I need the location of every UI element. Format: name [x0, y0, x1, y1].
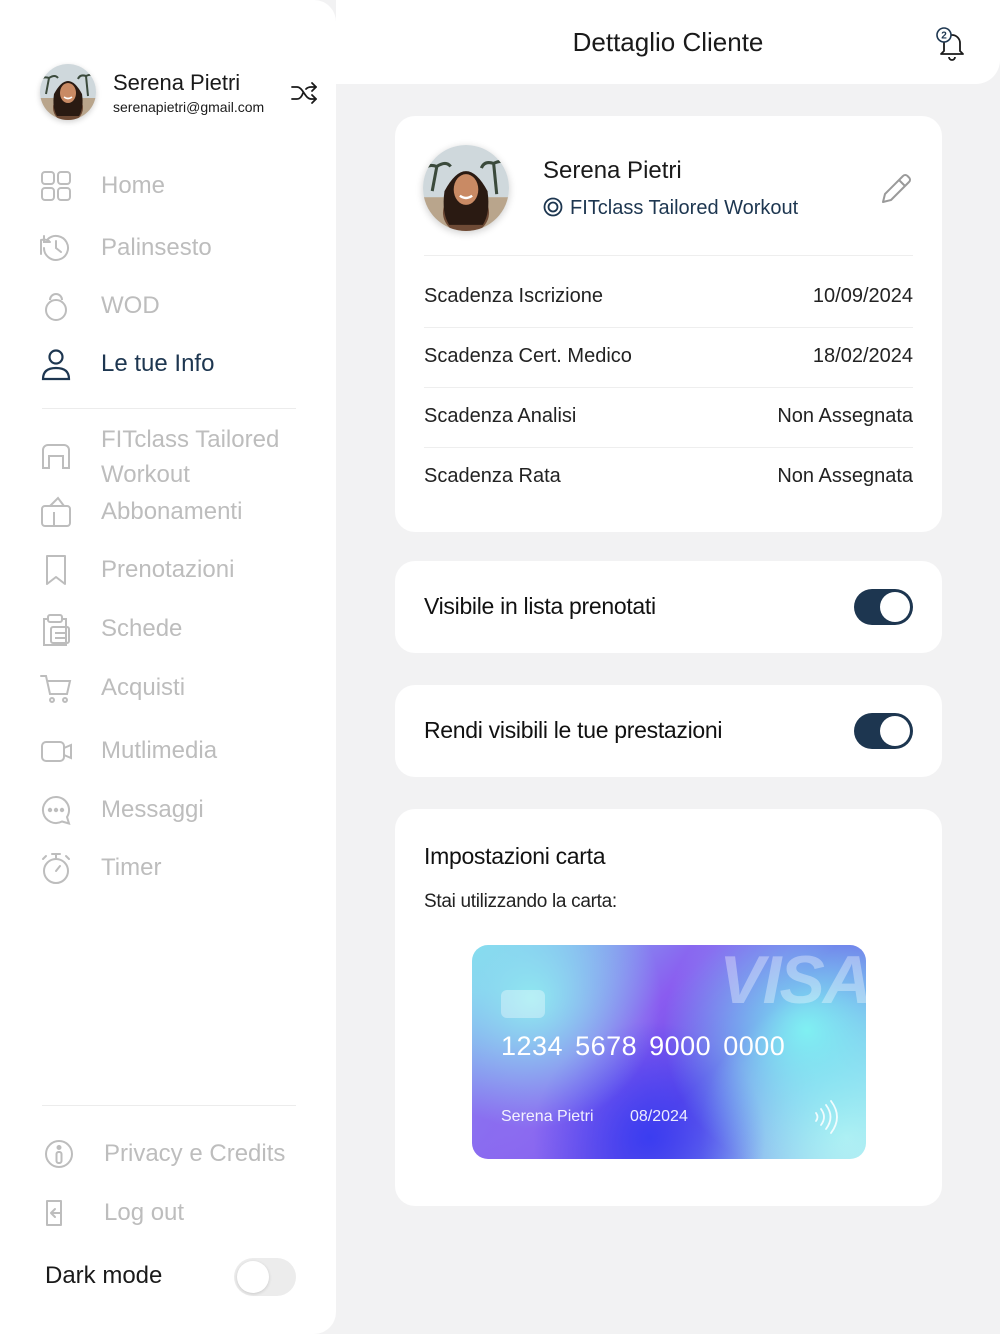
tag-icon [41, 496, 71, 527]
page-title: Dettaglio Cliente [572, 27, 764, 57]
toggle-knob [237, 1261, 269, 1293]
card-chip-icon [501, 990, 545, 1018]
sidebar-item-label: Acquisti [101, 674, 186, 701]
bookmark-icon [46, 555, 66, 585]
visible-in-list-toggle[interactable] [854, 589, 913, 625]
toggle-knob [880, 592, 910, 622]
sidebar-item-label: Prenotazioni [101, 556, 235, 583]
kettlebell-icon [45, 293, 67, 321]
contactless-icon [815, 1100, 838, 1134]
info-row-value: 10/09/2024 [812, 285, 913, 307]
history-icon [40, 234, 69, 261]
logout-icon [46, 1200, 62, 1226]
show-performance-toggle[interactable] [854, 713, 913, 749]
profile-email: serenapietri@gmail.com [113, 99, 265, 115]
sidebar-item-timer[interactable]: Timer [38, 848, 308, 888]
cart-icon [40, 675, 72, 703]
sidebar-item-acquisti[interactable]: Acquisti [38, 668, 308, 708]
sidebar-item-label: Abbonamenti [101, 498, 243, 525]
info-row: Scadenza Cert. Medico 18/02/2024 [424, 327, 913, 387]
sidebar-item-label: Home [101, 172, 166, 199]
info-row-value: Non Assegnata [777, 405, 913, 427]
sidebar-item-label: Schede [101, 615, 183, 642]
target-icon [543, 197, 563, 217]
card-expiry: 08/2024 [630, 1108, 688, 1125]
client-name: Serena Pietri [543, 157, 682, 184]
card-holder: Serena Pietri [501, 1108, 594, 1125]
info-row-value: 18/02/2024 [812, 345, 913, 367]
profile-name: Serena Pietri [113, 70, 241, 95]
logout-label: Log out [104, 1199, 185, 1226]
user-icon [41, 349, 71, 381]
info-row-label: Scadenza Analisi [424, 405, 577, 427]
info-row-label: Scadenza Cert. Medico [424, 345, 632, 367]
sidebar-item-home[interactable]: Home [38, 166, 308, 206]
sidebar-item-label: Mutlimedia [101, 737, 218, 764]
card-number: 1234 5678 9000 0000 [501, 1031, 786, 1061]
divider [42, 408, 296, 409]
top-header: Dettaglio Cliente 2 [336, 0, 1000, 84]
client-plan: FITclass Tailored Workout [543, 197, 798, 223]
home-grid-icon [41, 171, 71, 201]
client-detail-card: Serena Pietri FITclass Tailored Workout … [395, 116, 942, 532]
sidebar-item-label: Palinsesto [101, 234, 212, 261]
sidebar-item-label: Messaggi [101, 796, 204, 823]
toggle-knob [880, 716, 910, 746]
sidebar-item-palinsesto[interactable]: Palinsesto [38, 228, 308, 268]
sidebar-item-label: WOD [101, 292, 160, 319]
dark-mode-label: Dark mode [45, 1262, 163, 1289]
divider [42, 1105, 296, 1106]
info-icon [45, 1140, 73, 1168]
visible-in-list-label: Visibile in lista prenotati [424, 593, 656, 619]
notification-count: 2 [941, 31, 947, 42]
info-row-label: Scadenza Rata [424, 465, 561, 487]
show-performance-label: Rendi visibili le tue prestazioni [424, 717, 723, 743]
sidebar-item-multimedia[interactable]: Mutlimedia [38, 731, 308, 771]
card-settings-subtitle: Stai utilizzando la carta: [424, 891, 617, 912]
payment-card[interactable]: VISA 1234 5678 9000 0000 Serena Pietri 0… [472, 945, 866, 1159]
sidebar-item-wod[interactable]: WOD [38, 286, 308, 326]
card-brand: VISA [719, 945, 866, 1018]
avatar[interactable] [40, 64, 96, 120]
clipboard-icon [43, 614, 70, 646]
notification-bell-icon[interactable]: 2 [934, 26, 970, 62]
card-settings: Impostazioni carta Stai utilizzando la c… [395, 809, 942, 1206]
visible-in-list-card: Visibile in lista prenotati [395, 561, 942, 653]
privacy-credits-label: Privacy e Credits [104, 1140, 286, 1167]
client-avatar[interactable] [423, 145, 509, 231]
info-row: Scadenza Iscrizione 10/09/2024 [424, 255, 913, 315]
info-row: Scadenza Analisi Non Assegnata [424, 387, 913, 447]
sidebar-item-fitclass-tailored-workout[interactable]: FITclass Tailored Workout [38, 424, 308, 494]
stopwatch-icon [42, 853, 70, 884]
dark-mode-toggle[interactable] [234, 1258, 296, 1296]
sidebar-item-prenotazioni[interactable]: Prenotazioni [38, 550, 308, 590]
privacy-credits-link[interactable]: Privacy e Credits [41, 1134, 311, 1174]
sidebar-item-messaggi[interactable]: Messaggi [38, 790, 308, 830]
edit-pencil-icon[interactable] [877, 170, 915, 208]
sidebar-item-label: Le tue Info [101, 350, 215, 377]
profile-header: Serena Pietri serenapietri@gmail.com [40, 64, 320, 122]
chat-icon [41, 795, 71, 825]
shuffle-icon[interactable] [290, 78, 320, 108]
sidebar: Serena Pietri serenapietri@gmail.com Hom… [0, 0, 336, 1334]
sidebar-item-label: Timer [101, 854, 162, 881]
logout-button[interactable]: Log out [41, 1193, 311, 1233]
info-row: Scadenza Rata Non Assegnata [424, 447, 913, 507]
sidebar-item-le-tue-info[interactable]: Le tue Info [38, 344, 308, 384]
video-icon [41, 741, 72, 762]
client-plan-label: FITclass Tailored Workout [570, 197, 799, 219]
info-row-value: Non Assegnata [777, 465, 913, 487]
sidebar-item-abbonamenti[interactable]: Abbonamenti [38, 492, 308, 532]
info-row-label: Scadenza Iscrizione [424, 285, 603, 307]
arch-icon [42, 444, 70, 469]
sidebar-item-label: FITclass Tailored Workout [101, 426, 280, 488]
show-performance-card: Rendi visibili le tue prestazioni [395, 685, 942, 777]
sidebar-item-schede[interactable]: Schede [38, 609, 308, 649]
card-settings-title: Impostazioni carta [424, 843, 606, 869]
